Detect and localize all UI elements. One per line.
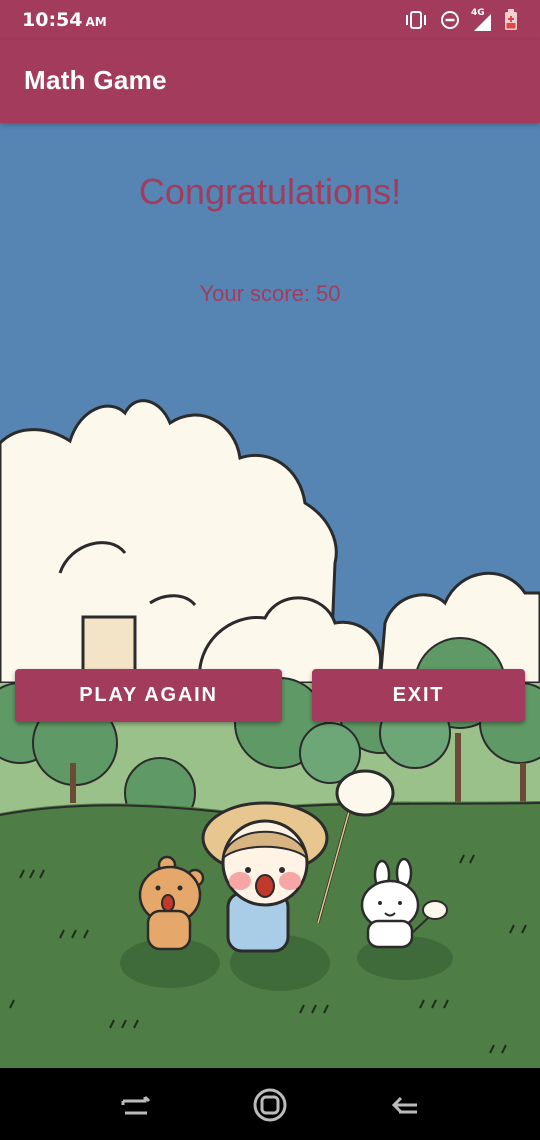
recents-icon[interactable]: [115, 1088, 155, 1122]
status-time: 10:54 AM: [22, 9, 107, 31]
clock-ampm: AM: [85, 15, 107, 29]
play-again-button[interactable]: PLAY AGAIN: [15, 669, 282, 722]
vibrate-icon: [404, 10, 428, 34]
background-illustration: [0, 123, 540, 1068]
navigation-bar: [0, 1068, 540, 1140]
back-icon[interactable]: [385, 1088, 425, 1122]
home-icon[interactable]: [250, 1088, 290, 1122]
battery-icon: [504, 9, 518, 35]
signal-icon: 4G: [471, 8, 492, 32]
clock-time: 10:54: [22, 9, 83, 31]
do-not-disturb-icon: [440, 10, 460, 34]
network-type-label: 4G: [471, 8, 485, 18]
app-title: Math Game: [24, 65, 167, 95]
score-text: Your score: 50: [199, 281, 341, 306]
exit-button[interactable]: EXIT: [312, 669, 525, 722]
status-icons: 4G: [404, 8, 518, 35]
congratulations-heading: Congratulations!: [138, 171, 402, 212]
app-bar: Math Game: [0, 40, 540, 123]
game-over-screen: Congratulations! Your score: 50 PLAY AGA…: [0, 123, 540, 1068]
status-bar: 10:54 AM 4G: [0, 0, 540, 40]
